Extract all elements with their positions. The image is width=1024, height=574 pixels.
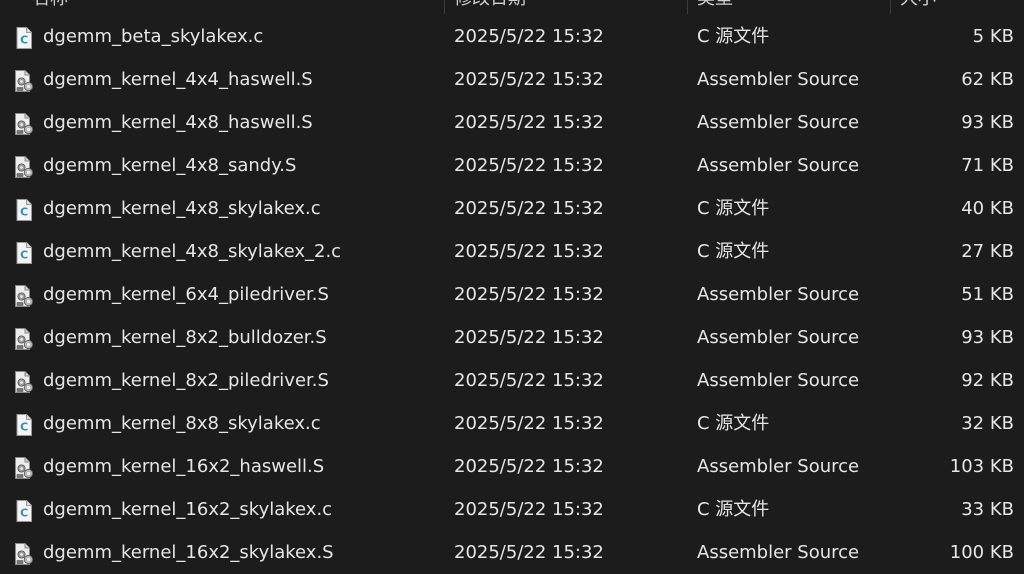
file-type: Assembler Source: [697, 456, 860, 477]
file-name: dgemm_kernel_6x4_piledriver.S: [43, 284, 329, 305]
file-row[interactable]: dgemm_kernel_4x8_haswell.S 2025/5/22 15:3…: [0, 101, 1024, 144]
c-file-icon: C: [12, 499, 36, 523]
c-file-icon: C: [12, 198, 36, 222]
file-name: dgemm_kernel_4x8_sandy.S: [43, 155, 297, 176]
column-divider[interactable]: [687, 0, 688, 14]
file-list: C dgemm_beta_skylakex.c 2025/5/22 15:32 C …: [0, 15, 1024, 574]
file-name: dgemm_beta_skylakex.c: [43, 26, 264, 47]
file-size: 92 KB: [961, 370, 1014, 391]
file-date-modified: 2025/5/22 15:32: [454, 542, 604, 563]
file-name: dgemm_kernel_4x8_skylakex.c: [43, 198, 321, 219]
file-size: 32 KB: [961, 413, 1014, 434]
file-type: Assembler Source: [697, 542, 860, 563]
file-size: 71 KB: [961, 155, 1014, 176]
file-name: dgemm_kernel_4x8_haswell.S: [43, 112, 313, 133]
column-divider[interactable]: [444, 0, 445, 14]
file-type: Assembler Source: [697, 69, 860, 90]
assembler-file-icon: [12, 542, 36, 566]
column-header-name[interactable]: 名称: [32, 0, 68, 14]
file-name: dgemm_kernel_4x4_haswell.S: [43, 69, 313, 90]
svg-text:C: C: [20, 206, 28, 219]
assembler-file-icon: [12, 327, 36, 351]
file-size: 93 KB: [961, 112, 1014, 133]
file-name: dgemm_kernel_16x2_skylakex.S: [43, 542, 334, 563]
file-row[interactable]: dgemm_kernel_4x8_sandy.S 2025/5/22 15:32 A…: [0, 144, 1024, 187]
file-row[interactable]: dgemm_kernel_16x2_haswell.S 2025/5/22 15:…: [0, 445, 1024, 488]
c-file-icon: C: [12, 241, 36, 265]
file-type: C 源文件: [697, 413, 770, 434]
svg-text:C: C: [20, 249, 28, 262]
file-row[interactable]: C dgemm_kernel_8x8_skylakex.c 2025/5/22 1…: [0, 402, 1024, 445]
column-header: 名称 修改日期 类型 大小: [0, 0, 1024, 14]
svg-text:C: C: [20, 421, 28, 434]
file-date-modified: 2025/5/22 15:32: [454, 198, 604, 219]
file-date-modified: 2025/5/22 15:32: [454, 284, 604, 305]
file-size: 62 KB: [961, 69, 1014, 90]
file-date-modified: 2025/5/22 15:32: [454, 370, 604, 391]
svg-text:C: C: [20, 34, 28, 47]
file-row[interactable]: dgemm_kernel_8x2_piledriver.S 2025/5/22 1…: [0, 359, 1024, 402]
file-name: dgemm_kernel_16x2_haswell.S: [43, 456, 325, 477]
file-size: 51 KB: [961, 284, 1014, 305]
file-type: C 源文件: [697, 499, 770, 520]
file-type: Assembler Source: [697, 370, 860, 391]
file-size: 40 KB: [961, 198, 1014, 219]
file-date-modified: 2025/5/22 15:32: [454, 241, 604, 262]
column-header-type[interactable]: 类型: [697, 0, 733, 14]
file-date-modified: 2025/5/22 15:32: [454, 499, 604, 520]
file-row[interactable]: C dgemm_kernel_16x2_skylakex.c 2025/5/22 …: [0, 488, 1024, 531]
file-row[interactable]: C dgemm_kernel_4x8_skylakex_2.c 2025/5/22…: [0, 230, 1024, 273]
assembler-file-icon: [12, 370, 36, 394]
assembler-file-icon: [12, 112, 36, 136]
assembler-file-icon: [12, 284, 36, 308]
file-row[interactable]: dgemm_kernel_16x2_skylakex.S 2025/5/22 15…: [0, 531, 1024, 574]
file-size: 103 KB: [949, 456, 1014, 477]
file-name: dgemm_kernel_16x2_skylakex.c: [43, 499, 333, 520]
file-name: dgemm_kernel_8x8_skylakex.c: [43, 413, 321, 434]
column-divider[interactable]: [890, 0, 891, 14]
column-header-size[interactable]: 大小: [900, 0, 936, 14]
file-size: 33 KB: [961, 499, 1014, 520]
assembler-file-icon: [12, 69, 36, 93]
file-type: Assembler Source: [697, 284, 860, 305]
file-date-modified: 2025/5/22 15:32: [454, 155, 604, 176]
file-date-modified: 2025/5/22 15:32: [454, 327, 604, 348]
file-date-modified: 2025/5/22 15:32: [454, 456, 604, 477]
file-type: C 源文件: [697, 26, 770, 47]
file-type: Assembler Source: [697, 327, 860, 348]
c-file-icon: C: [12, 26, 36, 50]
file-date-modified: 2025/5/22 15:32: [454, 69, 604, 90]
c-file-icon: C: [12, 413, 36, 437]
file-type: Assembler Source: [697, 112, 860, 133]
file-row[interactable]: C dgemm_beta_skylakex.c 2025/5/22 15:32 C …: [0, 15, 1024, 58]
file-date-modified: 2025/5/22 15:32: [454, 413, 604, 434]
file-row[interactable]: dgemm_kernel_4x4_haswell.S 2025/5/22 15:3…: [0, 58, 1024, 101]
file-size: 27 KB: [961, 241, 1014, 262]
svg-text:C: C: [20, 507, 28, 520]
file-date-modified: 2025/5/22 15:32: [454, 26, 604, 47]
file-name: dgemm_kernel_8x2_bulldozer.S: [43, 327, 327, 348]
file-date-modified: 2025/5/22 15:32: [454, 112, 604, 133]
file-size: 100 KB: [949, 542, 1014, 563]
file-row[interactable]: dgemm_kernel_8x2_bulldozer.S 2025/5/22 15…: [0, 316, 1024, 359]
file-name: dgemm_kernel_8x2_piledriver.S: [43, 370, 329, 391]
file-size: 93 KB: [961, 327, 1014, 348]
column-header-date[interactable]: 修改日期: [454, 0, 526, 14]
file-size: 5 KB: [972, 26, 1014, 47]
file-name: dgemm_kernel_4x8_skylakex_2.c: [43, 241, 342, 262]
assembler-file-icon: [12, 456, 36, 480]
file-row[interactable]: dgemm_kernel_6x4_piledriver.S 2025/5/22 1…: [0, 273, 1024, 316]
file-type: C 源文件: [697, 241, 770, 262]
file-row[interactable]: C dgemm_kernel_4x8_skylakex.c 2025/5/22 1…: [0, 187, 1024, 230]
file-type: C 源文件: [697, 198, 770, 219]
assembler-file-icon: [12, 155, 36, 179]
file-type: Assembler Source: [697, 155, 860, 176]
